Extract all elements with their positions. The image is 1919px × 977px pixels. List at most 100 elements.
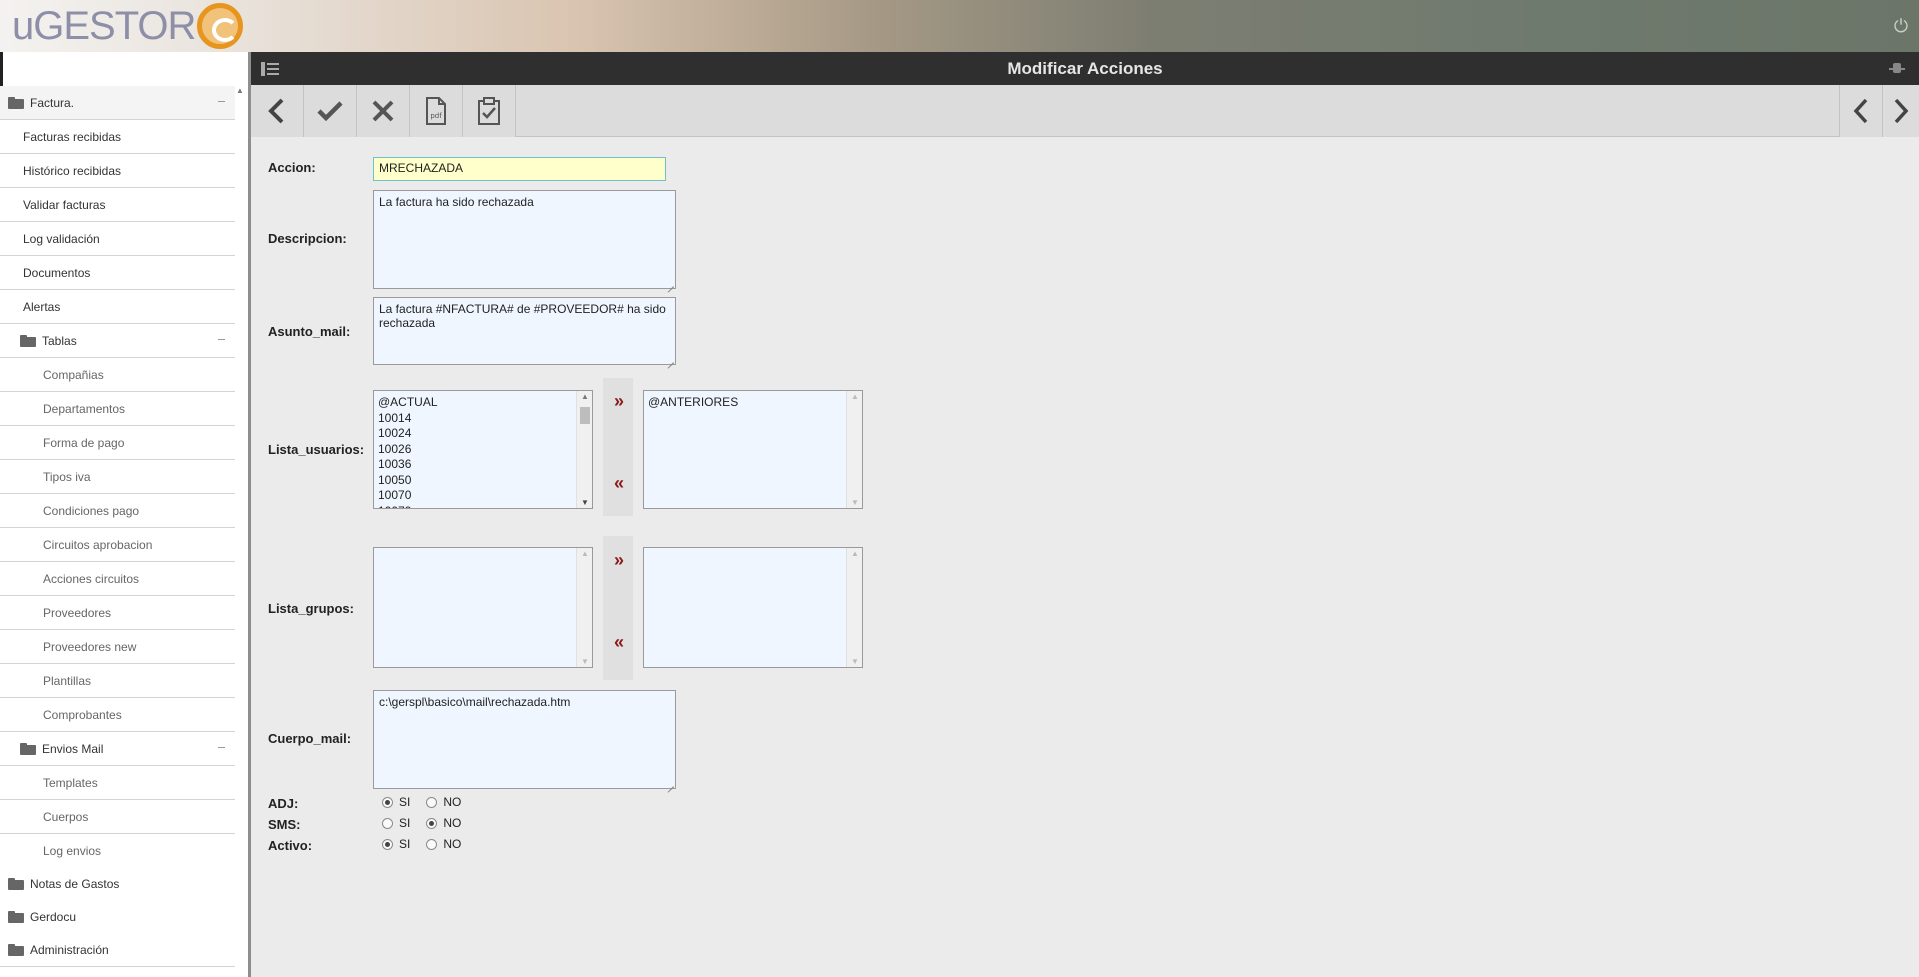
sidebar-subitem[interactable]: Forma de pago <box>0 426 235 460</box>
move-right-button[interactable]: » <box>609 392 629 410</box>
pdf-label: pdf <box>430 112 442 120</box>
list-option[interactable]: @ANTERIORES <box>644 395 862 411</box>
accept-button[interactable] <box>304 85 357 137</box>
scroll-down-icon[interactable]: ▼ <box>581 498 589 507</box>
list-option[interactable]: 10050 <box>374 473 592 489</box>
sidebar-subitem[interactable]: Condiciones pago <box>0 494 235 528</box>
move-left-button[interactable]: « <box>609 633 629 651</box>
listbox-scrollbar[interactable]: ▲ ▼ <box>576 548 592 667</box>
scroll-up-icon[interactable]: ▲ <box>851 392 859 401</box>
ugestor-logo[interactable]: uGESTOR <box>12 0 244 52</box>
pdf-icon: pdf <box>426 97 446 125</box>
scroll-down-icon[interactable]: ▼ <box>581 657 589 666</box>
sidebar-subitem[interactable]: Comprobantes <box>0 698 235 732</box>
list-option[interactable]: @ACTUAL <box>374 395 592 411</box>
asunto-mail-textarea[interactable]: La factura #NFACTURA# de #PROVEEDOR# ha … <box>373 297 676 365</box>
sidebar-scrollbar[interactable]: ▲ <box>234 86 246 976</box>
listbox-scrollbar[interactable]: ▲ ▼ <box>576 391 592 508</box>
chevron-left-icon <box>268 98 284 124</box>
sidebar-subitem[interactable]: Compañias <box>0 358 235 392</box>
adj-si-radio[interactable] <box>382 796 393 808</box>
page-title: Modificar Acciones <box>1007 59 1163 78</box>
list-option[interactable]: 10014 <box>374 411 592 427</box>
descripcion-textarea[interactable]: La factura ha sido rechazada <box>373 190 676 289</box>
cancel-button[interactable] <box>357 85 410 137</box>
sidebar-subitem[interactable]: Acciones circuitos <box>0 562 235 596</box>
power-icon[interactable]: ⏻ <box>1891 16 1911 36</box>
sidebar-subitem[interactable]: Departamentos <box>0 392 235 426</box>
sidebar-folder-factura[interactable]: Factura. <box>0 86 235 120</box>
pdf-button[interactable]: pdf <box>410 85 463 137</box>
app-header: uGESTOR ⏻ <box>0 0 1919 52</box>
resize-grip-icon[interactable] <box>666 779 674 787</box>
sidebar-item[interactable]: Validar facturas <box>0 188 235 222</box>
scroll-up-icon[interactable]: ▲ <box>581 549 589 558</box>
folder-icon <box>8 910 24 923</box>
next-record-button[interactable] <box>1883 85 1919 137</box>
grupos-available-listbox[interactable]: ▲ ▼ <box>373 547 593 668</box>
resize-grip-icon[interactable] <box>666 355 674 363</box>
cuerpo-mail-textarea[interactable]: c:\gerspl\basico\mail\rechazada.htm <box>373 690 676 789</box>
usuarios-transfer-controls: » « <box>603 378 633 516</box>
lista-grupos-label: Lista_grupos: <box>268 601 354 616</box>
folder-icon <box>8 96 24 109</box>
listbox-scrollbar[interactable]: ▲ ▼ <box>846 548 862 667</box>
prev-record-button[interactable] <box>1839 85 1883 137</box>
clipboard-button[interactable] <box>463 85 516 137</box>
scroll-up-icon[interactable]: ▲ <box>851 549 859 558</box>
sidebar-folder-envios-mail[interactable]: Envios Mail <box>0 732 235 766</box>
list-option[interactable]: 10026 <box>374 442 592 458</box>
sidebar-folder-tablas[interactable]: Tablas <box>0 324 235 358</box>
sidebar-item[interactable]: Facturas recibidas <box>0 120 235 154</box>
resize-grip-icon[interactable] <box>666 279 674 287</box>
sidebar-item[interactable]: Documentos <box>0 256 235 290</box>
move-right-button[interactable]: » <box>609 551 629 569</box>
activo-si-radio[interactable] <box>382 838 393 850</box>
sidebar-subitem[interactable]: Proveedores new <box>0 630 235 664</box>
listbox-scrollbar[interactable]: ▲ ▼ <box>846 391 862 508</box>
grupos-transfer-controls: » « <box>603 536 633 680</box>
sidebar-item[interactable]: Alertas <box>0 290 235 324</box>
list-option[interactable]: 10036 <box>374 457 592 473</box>
usuarios-available-listbox[interactable]: @ACTUAL 10014 10024 10026 10036 10050 10… <box>373 390 593 509</box>
sidebar-subitem[interactable]: Templates <box>0 766 235 800</box>
sms-no-radio[interactable] <box>426 817 438 829</box>
no-label: NO <box>443 816 462 830</box>
back-button[interactable] <box>251 85 304 137</box>
pin-icon[interactable] <box>1889 61 1905 77</box>
list-option[interactable]: 10024 <box>374 426 592 442</box>
sidebar-folder-label: Tablas <box>42 333 77 348</box>
collapse-icon[interactable] <box>218 101 225 102</box>
sidebar-subitem[interactable]: Proveedores <box>0 596 235 630</box>
scroll-up-icon[interactable]: ▲ <box>581 392 589 401</box>
activo-no-radio[interactable] <box>426 838 438 850</box>
adj-no-radio[interactable] <box>426 796 438 808</box>
collapse-icon[interactable] <box>218 747 225 748</box>
sidebar-subitem[interactable]: Cuerpos <box>0 800 235 834</box>
sms-si-radio[interactable] <box>382 817 393 829</box>
usuarios-selected-listbox[interactable]: @ANTERIORES ▲ ▼ <box>643 390 863 509</box>
clipboard-check-icon <box>478 97 500 125</box>
sidebar-folder-administracion[interactable]: Administración <box>0 933 235 967</box>
accion-input[interactable]: MRECHAZADA <box>373 157 666 181</box>
move-left-button[interactable]: « <box>609 474 629 492</box>
sidebar-folder-gerdocu[interactable]: Gerdocu <box>0 900 235 934</box>
sidebar-subitem[interactable]: Tipos iva <box>0 460 235 494</box>
sidebar-subitem[interactable]: Plantillas <box>0 664 235 698</box>
scroll-thumb[interactable] <box>580 407 590 424</box>
sms-label: SMS: <box>268 817 301 832</box>
scroll-up-icon[interactable]: ▲ <box>236 86 244 95</box>
sidebar-item[interactable]: Log validación <box>0 222 235 256</box>
list-option[interactable]: 10079 <box>374 504 592 509</box>
scroll-down-icon[interactable]: ▼ <box>851 498 859 507</box>
no-label: NO <box>443 795 462 809</box>
list-option[interactable]: 10070 <box>374 488 592 504</box>
grupos-selected-listbox[interactable]: ▲ ▼ <box>643 547 863 668</box>
scroll-down-icon[interactable]: ▼ <box>851 657 859 666</box>
adj-label: ADJ: <box>268 796 299 811</box>
sidebar-item[interactable]: Histórico recibidas <box>0 154 235 188</box>
sidebar-subitem[interactable]: Circuitos aprobacion <box>0 528 235 562</box>
sidebar-subitem[interactable]: Log envios <box>0 834 235 868</box>
collapse-icon[interactable] <box>218 339 225 340</box>
sidebar-folder-notas-gastos[interactable]: Notas de Gastos <box>0 867 235 901</box>
